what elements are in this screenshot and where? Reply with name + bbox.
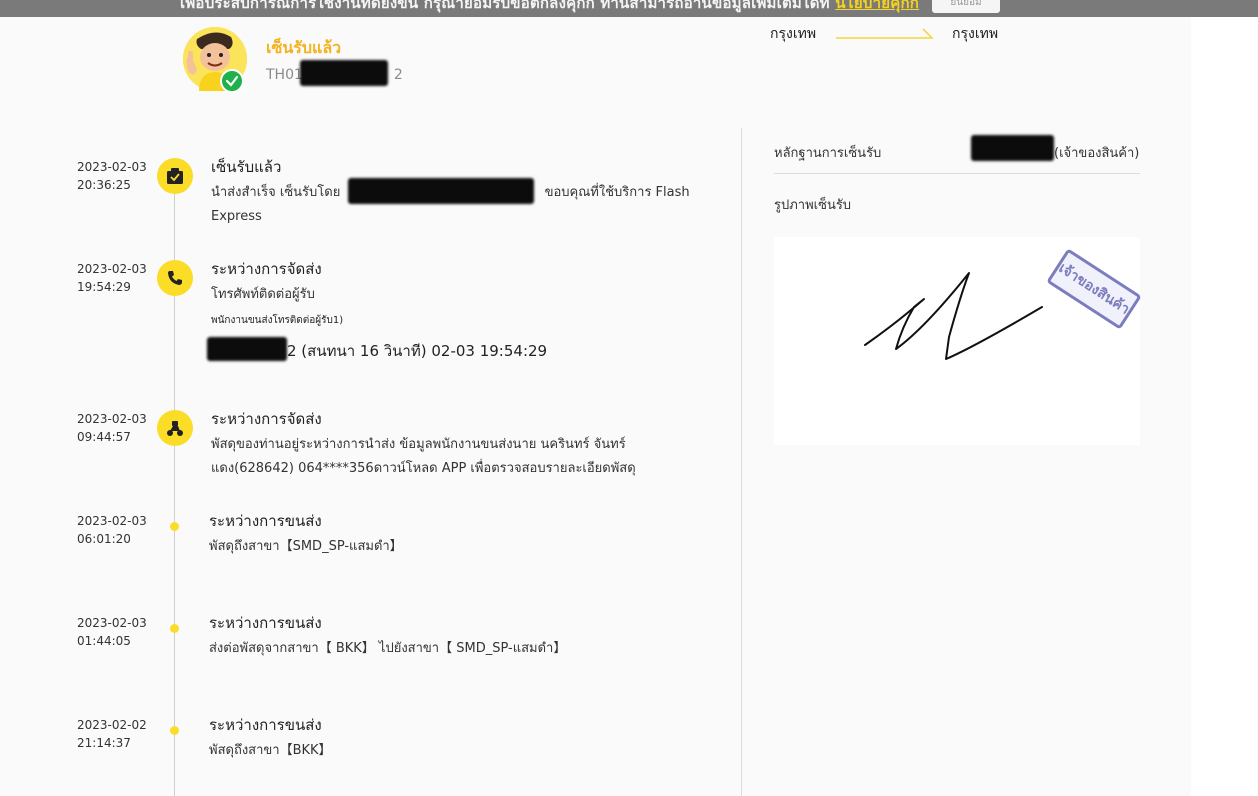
event-time: 06:01:20 — [77, 532, 131, 546]
phone-icon — [157, 260, 193, 296]
event-time: 09:44:57 — [77, 430, 131, 444]
event-description-part2: ขอบคุณที่ใช้บริการ Flash — [544, 185, 690, 200]
event-date: 2023-02-03 — [77, 262, 147, 276]
tracking-number-prefix: TH01 — [266, 67, 303, 83]
route-origin: กรุงเทพ — [770, 26, 817, 42]
cookie-consent-text: เพื่อประสบการณ์การใช้งานที่ดียิ่งขึ้น กร… — [180, 0, 919, 15]
event-time: 19:54:29 — [77, 280, 131, 294]
scooter-icon — [157, 410, 193, 446]
route-destination: กรุงเทพ — [952, 26, 999, 42]
event-title: ระหว่างการขนส่ง — [209, 614, 322, 632]
timeline-dot — [170, 726, 179, 735]
cookie-consent-message: เพื่อประสบการณ์การใช้งานที่ดียิ่งขึ้น กร… — [180, 0, 830, 12]
route-arrow-icon — [836, 28, 934, 39]
event-description: ส่งต่อพัสดุจากสาขา【 BKK】 ไปยังสาขา【 SMD_… — [209, 641, 567, 656]
event-description-line2: Express — [211, 209, 262, 224]
event-sub-note: พนักงานขนส่งโทรติดต่อผู้รับ1) — [211, 315, 344, 326]
timeline-dot — [170, 624, 179, 633]
event-date: 2023-02-03 — [77, 616, 147, 630]
event-date: 2023-02-03 — [77, 514, 147, 528]
event-datetime: 2023-02-02 21:14:37 — [77, 716, 147, 752]
delivery-status-title: เซ็นรับแล้ว — [266, 38, 342, 57]
event-datetime: 2023-02-03 09:44:57 — [77, 410, 147, 446]
redaction-mark — [348, 178, 534, 204]
receiver-role: (เจ้าของสินค้า) — [1054, 146, 1140, 161]
event-description: พัสดุถึงสาขา【BKK】 — [209, 743, 332, 758]
redaction-mark — [207, 337, 287, 361]
event-description-line1: พัสดุของท่านอยู่ระหว่างการนำส่ง ข้อมูลพน… — [211, 437, 626, 452]
timeline-dot — [170, 522, 179, 531]
event-title: ระหว่างการขนส่ง — [209, 716, 322, 734]
panel-divider — [741, 128, 742, 796]
event-time: 21:14:37 — [77, 736, 131, 750]
event-datetime: 2023-02-03 06:01:20 — [77, 512, 147, 548]
event-call-info: 2 (สนทนา 16 วินาที) 02-03 19:54:29 — [287, 342, 548, 360]
courier-avatar — [183, 27, 247, 93]
cookie-policy-link[interactable]: นโยบายคุกกี้ — [835, 0, 919, 12]
event-date: 2023-02-03 — [77, 160, 147, 174]
tracking-number-suffix: 2 — [393, 67, 403, 83]
event-date: 2023-02-02 — [77, 718, 147, 732]
event-description: พัสดุถึงสาขา【SMD_SP-แสมดำ】 — [209, 539, 403, 554]
event-title: เซ็นรับแล้ว — [211, 158, 282, 176]
event-description-line2: แดง(628642) 064****356ดาวน์โหลด APP เพื่… — [211, 461, 636, 476]
event-title: ระหว่างการจัดส่ง — [211, 410, 322, 428]
cookie-accept-button[interactable]: ยินยอม — [932, 0, 1000, 13]
event-title: ระหว่างการจัดส่ง — [211, 260, 322, 278]
redaction-mark — [971, 135, 1054, 161]
event-description-part1: นำส่งสำเร็จ เซ็นรับโดย — [211, 185, 341, 200]
event-date: 2023-02-03 — [77, 412, 147, 426]
tracking-panel: เซ็นรับแล้ว TH01 2 กรุงเทพ กรุงเทพ 2023-… — [0, 17, 1191, 796]
package-check-icon — [157, 158, 193, 194]
event-datetime: 2023-02-03 20:36:25 — [77, 158, 147, 194]
event-time: 20:36:25 — [77, 178, 131, 192]
event-description: โทรศัพท์ติดต่อผู้รับ — [211, 287, 315, 302]
proof-divider — [774, 173, 1140, 174]
proof-of-receipt-label: หลักฐานการเซ็นรับ — [774, 146, 882, 161]
verified-check-icon — [220, 69, 244, 93]
event-title: ระหว่างการขนส่ง — [209, 512, 322, 530]
event-time: 01:44:05 — [77, 634, 131, 648]
signature-photo-label: รูปภาพเซ็นรับ — [774, 198, 852, 213]
cookie-consent-bar: เพื่อประสบการณ์การใช้งานที่ดียิ่งขึ้น กร… — [0, 0, 1258, 17]
event-datetime: 2023-02-03 19:54:29 — [77, 260, 147, 296]
event-datetime: 2023-02-03 01:44:05 — [77, 614, 147, 650]
redaction-mark — [300, 60, 388, 86]
